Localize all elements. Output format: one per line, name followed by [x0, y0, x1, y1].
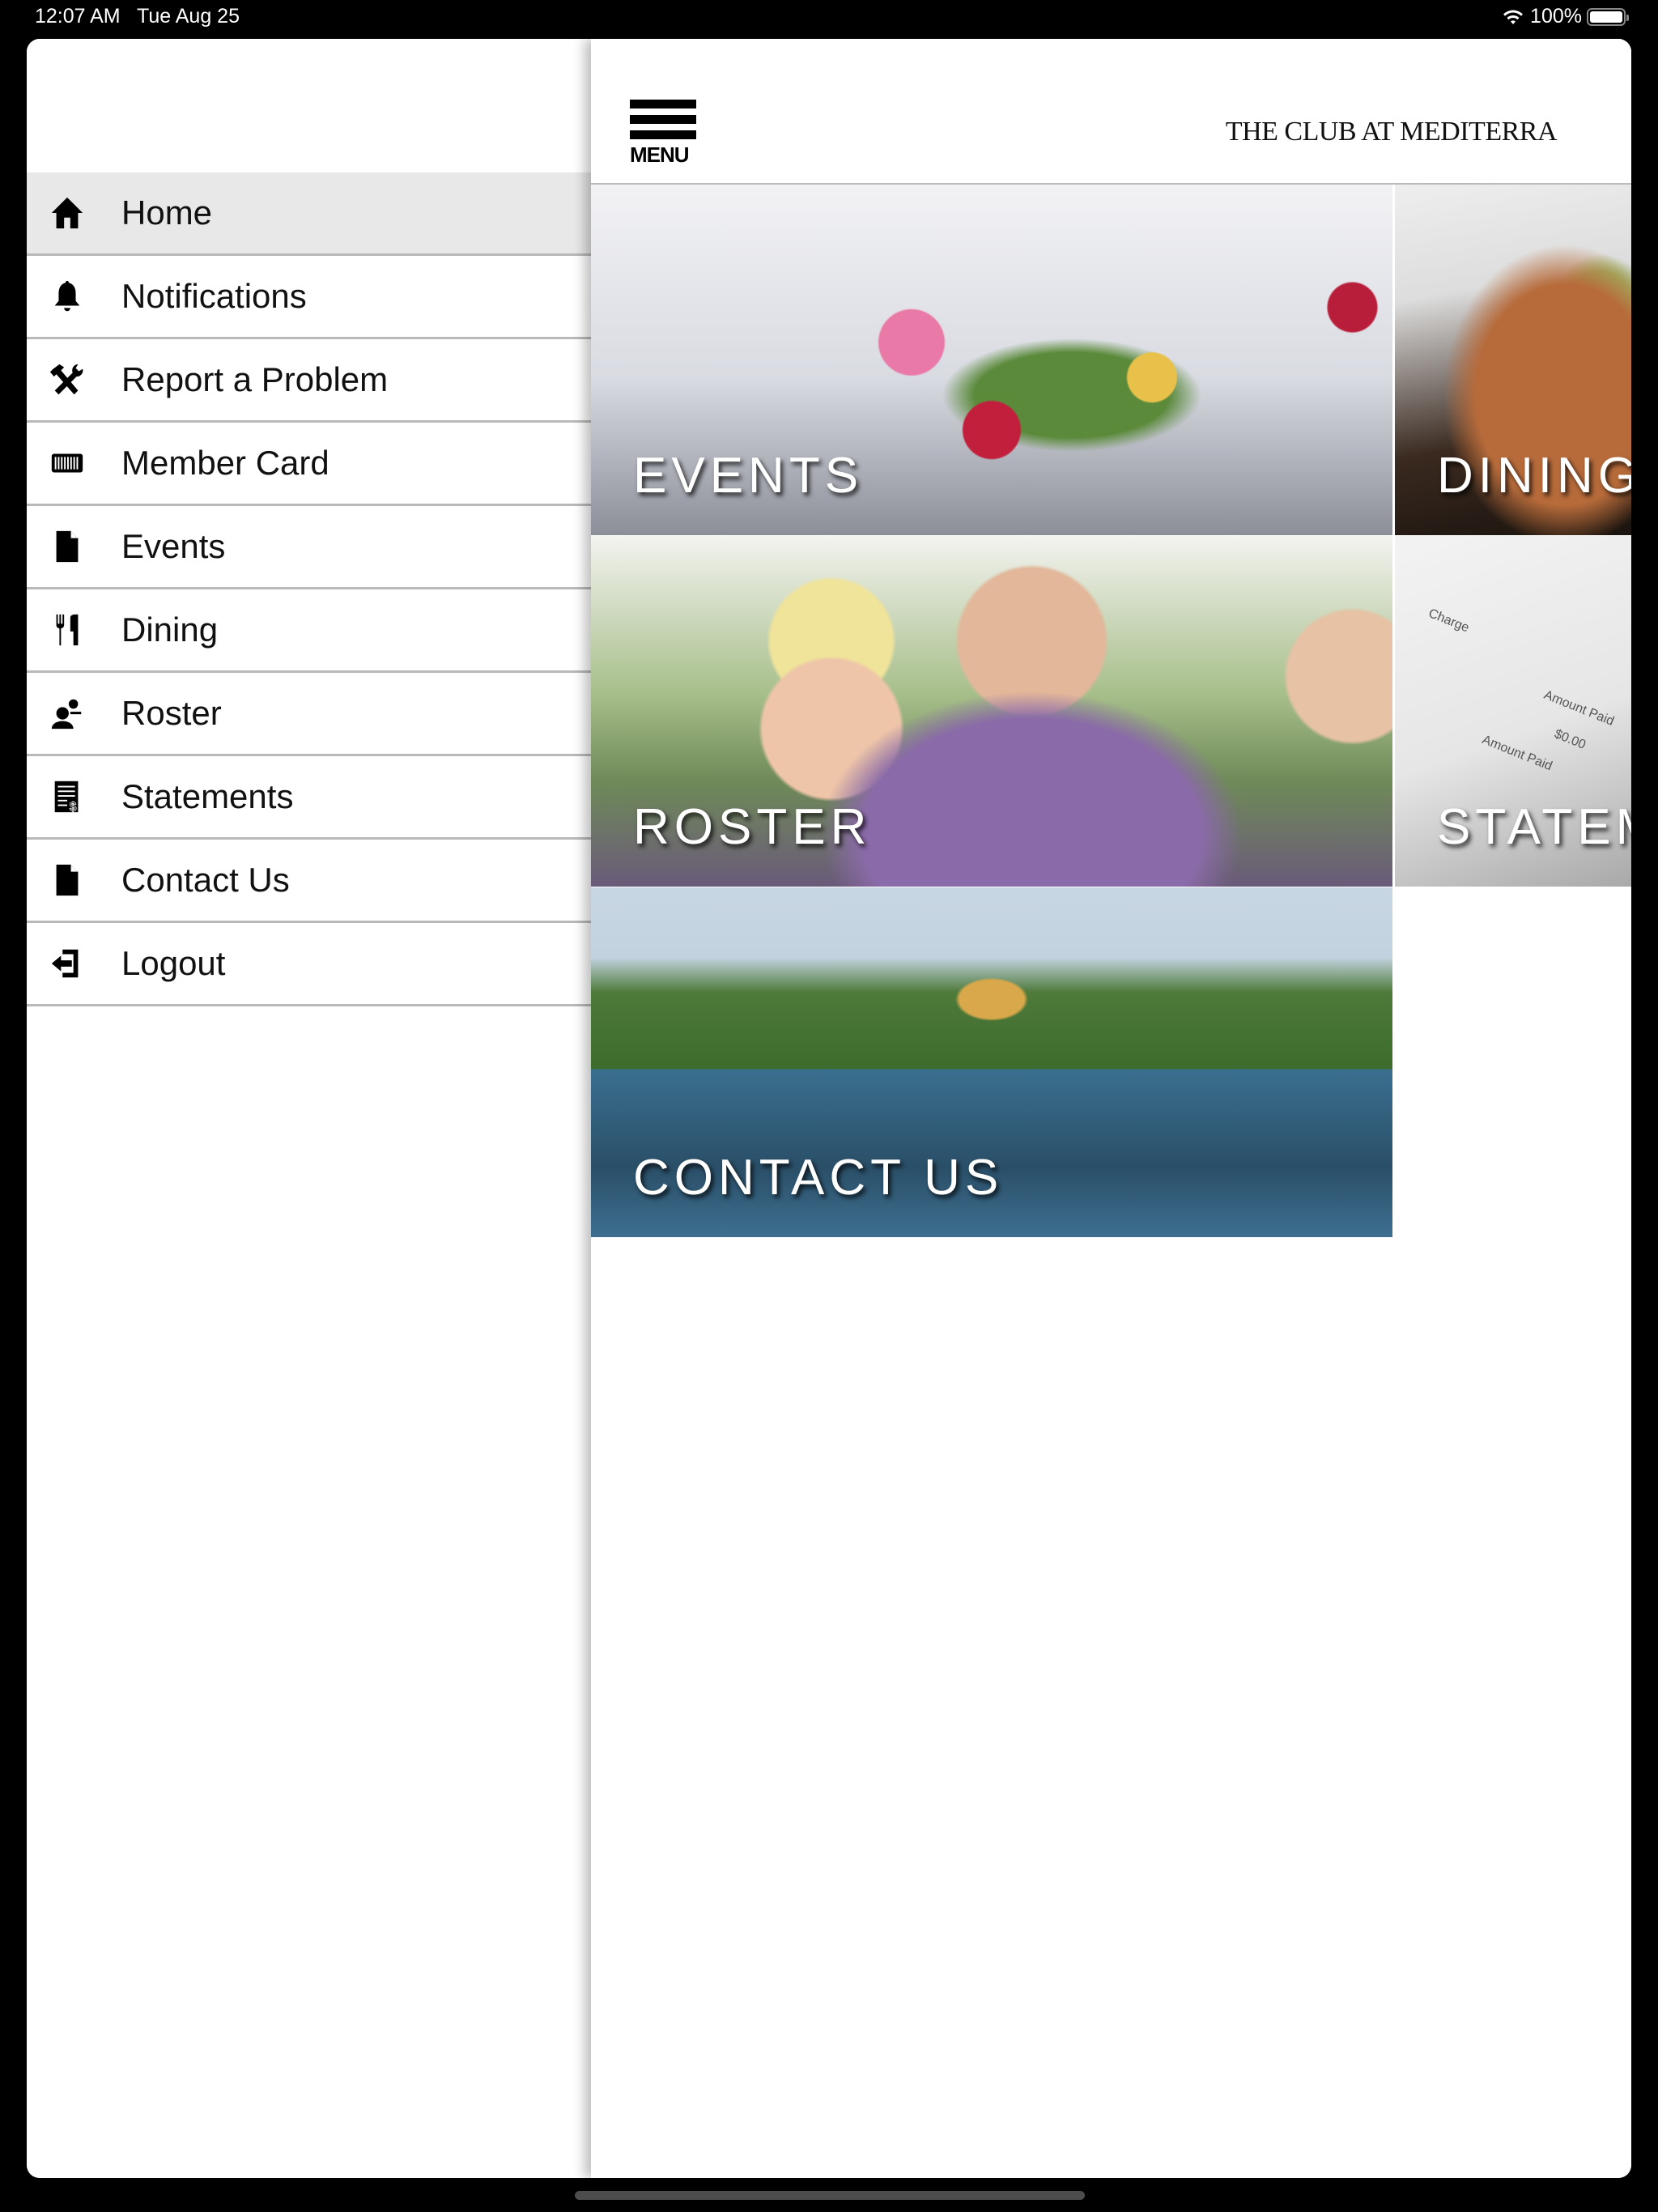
tile-label: STATEMENTS — [1437, 799, 1631, 855]
home-icon — [47, 193, 87, 233]
brand-title: THE CLUB AT MEDITERRA — [1225, 117, 1558, 147]
people-icon — [47, 693, 87, 734]
tile-label: EVENTS — [633, 448, 864, 504]
sidebar-item-label: Home — [121, 194, 213, 232]
tile-roster[interactable]: ROSTER — [591, 536, 1392, 887]
sidebar-item-label: Roster — [121, 694, 222, 732]
sidebar-item-label: Contact Us — [121, 861, 290, 899]
bell-icon — [47, 276, 87, 317]
statement-icon: $ — [47, 776, 87, 817]
battery-percent: 100% — [1530, 5, 1582, 28]
tile-statements[interactable]: Charge Amount Paid $0.00 Amount Paid STA… — [1395, 536, 1631, 887]
status-bar: 12:07 AM Tue Aug 25 100% — [0, 0, 1658, 36]
hamburger-icon-bar — [630, 130, 696, 139]
sidebar-item-report-problem[interactable]: Report a Problem — [27, 339, 591, 423]
wifi-icon — [1503, 10, 1524, 24]
sidebar-item-label: Notifications — [121, 277, 307, 315]
menu-button[interactable]: MENU — [630, 100, 696, 167]
sidebar-item-label: Statements — [121, 777, 294, 815]
menu-list: Home Notifications Report a Problem Memb… — [27, 172, 591, 1006]
barcode-icon — [47, 443, 87, 483]
status-right: 100% — [1501, 5, 1629, 28]
svg-text:$: $ — [70, 800, 77, 814]
tools-icon — [47, 359, 87, 400]
app-header: MENU THE CLUB AT MEDITERRA — [591, 39, 1631, 185]
sidebar-item-home[interactable]: Home — [27, 172, 591, 256]
hamburger-icon-bar — [630, 115, 696, 124]
sidebar-item-label: Events — [121, 527, 226, 565]
tile-label: CONTACT US — [633, 1150, 1004, 1206]
sidebar-item-notifications[interactable]: Notifications — [27, 256, 591, 339]
sidebar-item-contact-us[interactable]: Contact Us — [27, 840, 591, 923]
menu-button-label: MENU — [630, 143, 690, 167]
sidebar-item-label: Logout — [121, 944, 226, 982]
tile-contact-us[interactable]: CONTACT US — [591, 887, 1392, 1237]
sidebar-item-statements[interactable]: $ Statements — [27, 756, 591, 840]
tile-events[interactable]: EVENTS — [591, 185, 1392, 535]
statement-image-text: Charge Amount Paid $0.00 Amount Paid — [1426, 606, 1616, 774]
sidebar-item-label: Dining — [121, 610, 219, 649]
hamburger-icon — [630, 100, 696, 108]
document-icon — [47, 526, 87, 567]
home-indicator[interactable] — [575, 2191, 1085, 2200]
sidebar-item-roster[interactable]: Roster — [27, 673, 591, 756]
status-time: 12:07 AM Tue Aug 25 — [35, 5, 240, 28]
sidebar-item-label: Report a Problem — [121, 360, 389, 398]
sidebar-item-dining[interactable]: Dining — [27, 589, 591, 673]
sidebar-item-member-card[interactable]: Member Card — [27, 423, 591, 506]
tile-label: ROSTER — [633, 799, 872, 855]
document-icon — [47, 860, 87, 900]
battery-icon — [1587, 7, 1629, 26]
sidebar-item-logout[interactable]: Logout — [27, 923, 591, 1006]
tile-label: DINING — [1437, 448, 1631, 504]
side-menu: Home Notifications Report a Problem Memb… — [27, 39, 591, 2178]
utensils-icon — [47, 610, 87, 650]
sidebar-item-label: Member Card — [121, 444, 329, 482]
tile-dining[interactable]: DINING — [1395, 185, 1631, 535]
app-window: Home Notifications Report a Problem Memb… — [27, 39, 1631, 2178]
sidebar-item-events[interactable]: Events — [27, 506, 591, 589]
main-panel: MENU THE CLUB AT MEDITERRA EVENTS DINING… — [591, 39, 1631, 2178]
logout-icon — [47, 943, 87, 984]
